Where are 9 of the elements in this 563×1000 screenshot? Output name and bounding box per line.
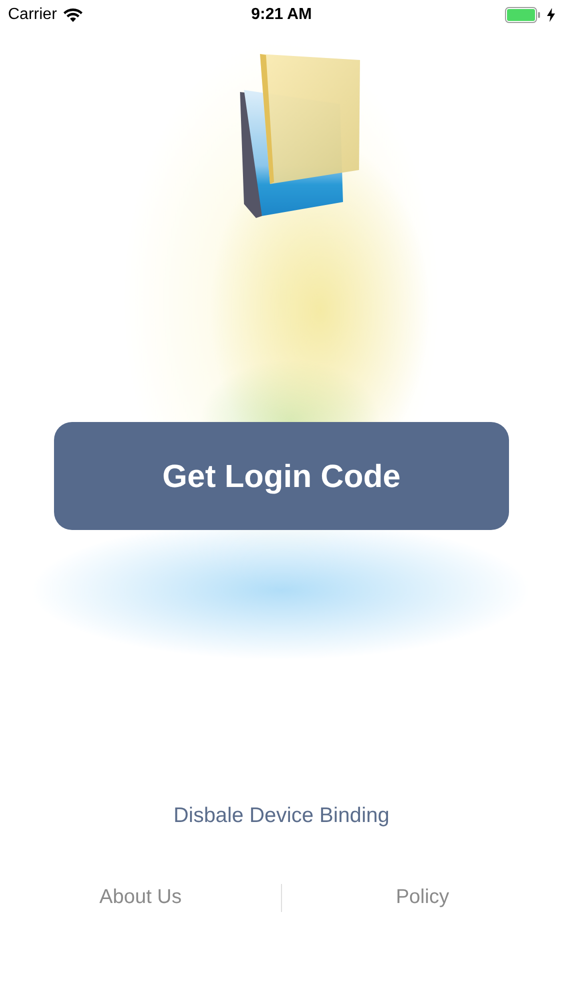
status-time: 9:21 AM [251, 6, 312, 24]
get-login-code-button[interactable]: Get Login Code [54, 422, 509, 530]
wifi-icon [62, 8, 83, 22]
battery-icon [505, 7, 541, 23]
footer-link[interactable]: About Us [95, 882, 186, 913]
charging-bolt-icon [547, 8, 555, 22]
carrier-name: Carrier [8, 6, 57, 24]
disable-device-binding-link[interactable]: Disbale Device Binding [170, 800, 394, 832]
footer-link[interactable]: Policy [392, 882, 454, 913]
